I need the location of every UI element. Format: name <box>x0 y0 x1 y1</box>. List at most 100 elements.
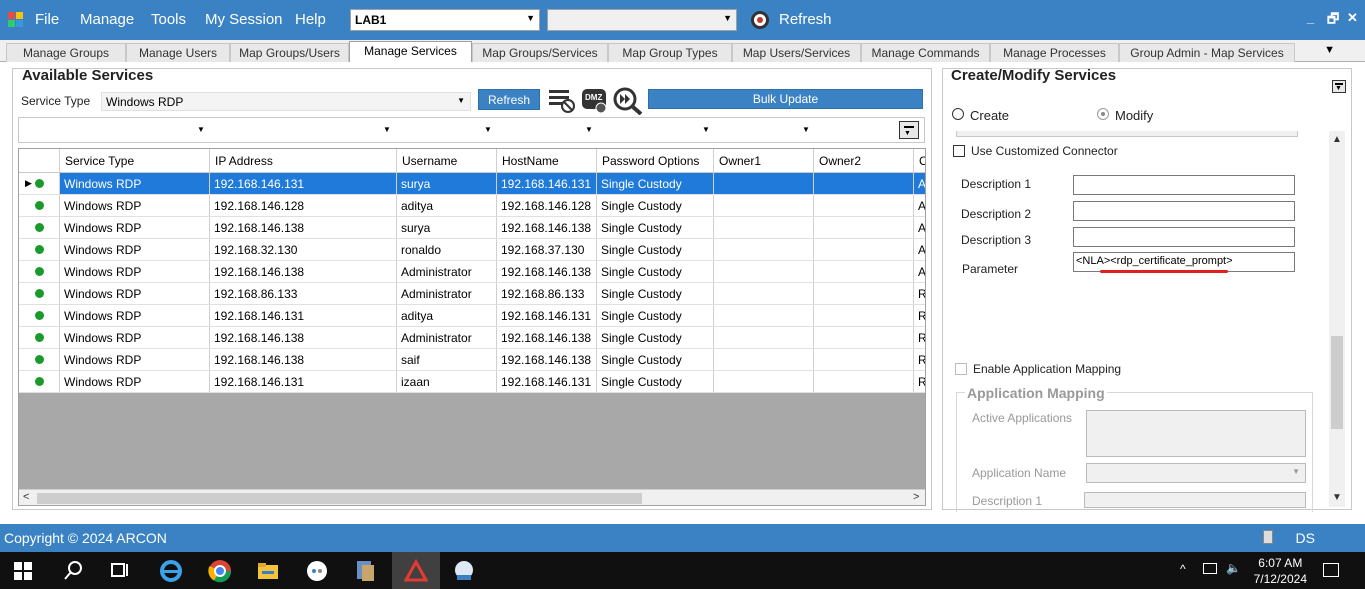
cell-service-type[interactable]: Windows RDP <box>60 195 210 216</box>
cell-service-type[interactable]: Windows RDP <box>60 371 210 392</box>
cell-owner1[interactable] <box>714 217 814 238</box>
column-header-ip-address[interactable]: IP Address <box>210 149 397 172</box>
column-header-hostname[interactable]: HostName <box>497 149 597 172</box>
row-header[interactable] <box>19 305 60 326</box>
menu-refresh[interactable]: Refresh <box>779 11 832 28</box>
cell-c[interactable]: R <box>914 327 925 348</box>
cell-owner1[interactable] <box>714 195 814 216</box>
cell-password-option[interactable]: Single Custody <box>597 239 714 260</box>
menu-my-session[interactable]: My Session <box>205 11 283 28</box>
search-forward-icon[interactable] <box>613 87 643 116</box>
arcon-client-icon[interactable] <box>354 559 378 583</box>
cell-username[interactable]: surya <box>397 217 497 238</box>
scroll-up-icon[interactable]: ▲ <box>1332 134 1342 145</box>
network-icon[interactable] <box>1203 563 1217 574</box>
tab-map-users-services[interactable]: Map Users/Services <box>732 43 861 62</box>
filter-dropdown-5[interactable]: ▼ <box>702 125 710 134</box>
filter-dropdown-6[interactable]: ▼ <box>802 125 810 134</box>
row-header[interactable] <box>19 349 60 370</box>
secondary-combo[interactable]: ▼ <box>547 9 737 31</box>
tab-overflow-icon[interactable]: ▼ <box>1324 44 1335 56</box>
server-combo[interactable]: LAB1 ▼ <box>350 9 540 31</box>
cell-ip-address[interactable]: 192.168.32.130 <box>210 239 397 260</box>
filter-dropdown-4[interactable]: ▼ <box>585 125 593 134</box>
table-row[interactable]: Windows RDP 192.168.146.128 aditya 192.168.… <box>19 195 925 217</box>
cell-c[interactable]: Al <box>914 195 925 216</box>
cell-ip-address[interactable]: 192.168.86.133 <box>210 283 397 304</box>
cell-service-type[interactable]: Windows RDP <box>60 217 210 238</box>
cell-ip-address[interactable]: 192.168.146.131 <box>210 305 397 326</box>
cell-password-option[interactable]: Single Custody <box>597 371 714 392</box>
filter-menu-icon[interactable]: ▼ <box>899 121 919 139</box>
cell-ip-address[interactable]: 192.168.146.138 <box>210 349 397 370</box>
table-row[interactable]: ▶ Windows RDP 192.168.146.131 surya 192.168.… <box>19 173 925 195</box>
cell-hostname[interactable]: 192.168.37.130 <box>497 239 597 260</box>
filter-dropdown-3[interactable]: ▼ <box>484 125 492 134</box>
column-header-c[interactable]: C <box>914 149 925 172</box>
column-header-username[interactable]: Username <box>397 149 497 172</box>
cell-password-option[interactable]: Single Custody <box>597 327 714 348</box>
cell-hostname[interactable]: 192.168.86.133 <box>497 283 597 304</box>
cell-c[interactable]: R <box>914 371 925 392</box>
windows-start-icon[interactable] <box>14 562 32 580</box>
cell-password-option[interactable]: Single Custody <box>597 261 714 282</box>
tray-clock[interactable]: 6:07 AM 7/12/2024 <box>1254 555 1307 587</box>
cell-c[interactable]: Al <box>914 239 925 260</box>
cell-owner2[interactable] <box>814 327 914 348</box>
tab-map-groups-users[interactable]: Map Groups/Users <box>230 43 349 62</box>
cell-username[interactable]: Administrator <box>397 283 497 304</box>
cell-ip-address[interactable]: 192.168.146.128 <box>210 195 397 216</box>
tab-manage-services[interactable]: Manage Services <box>349 41 472 62</box>
refresh-icon[interactable] <box>751 11 769 29</box>
cell-owner2[interactable] <box>814 239 914 260</box>
cell-service-type[interactable]: Windows RDP <box>60 261 210 282</box>
cell-ip-address[interactable]: 192.168.146.138 <box>210 327 397 348</box>
table-row[interactable]: Windows RDP 192.168.32.130 ronaldo 192.168.… <box>19 239 925 261</box>
table-row[interactable]: Windows RDP 192.168.146.131 aditya 192.168.… <box>19 305 925 327</box>
tab-manage-processes[interactable]: Manage Processes <box>990 43 1119 62</box>
create-radio[interactable] <box>952 108 964 120</box>
cell-service-type[interactable]: Windows RDP <box>60 349 210 370</box>
menu-manage[interactable]: Manage <box>80 11 134 28</box>
cell-service-type[interactable]: Windows RDP <box>60 305 210 326</box>
menu-tools[interactable]: Tools <box>151 11 186 28</box>
cell-username[interactable]: aditya <box>397 195 497 216</box>
tab-manage-groups[interactable]: Manage Groups <box>6 43 126 62</box>
row-header[interactable] <box>19 371 60 392</box>
cell-username[interactable]: ronaldo <box>397 239 497 260</box>
cell-c[interactable]: R <box>914 349 925 370</box>
cell-ip-address[interactable]: 192.168.146.131 <box>210 173 397 194</box>
cell-owner1[interactable] <box>714 371 814 392</box>
cell-password-option[interactable]: Single Custody <box>597 349 714 370</box>
column-header-password-options[interactable]: Password Options <box>597 149 714 172</box>
cell-password-option[interactable]: Single Custody <box>597 173 714 194</box>
cell-hostname[interactable]: 192.168.146.131 <box>497 173 597 194</box>
cell-username[interactable]: izaan <box>397 371 497 392</box>
cell-owner2[interactable] <box>814 349 914 370</box>
cell-ip-address[interactable]: 192.168.146.138 <box>210 217 397 238</box>
table-row[interactable]: Windows RDP 192.168.146.138 Administrator 1… <box>19 261 925 283</box>
column-header-owner2[interactable]: Owner2 <box>814 149 914 172</box>
cell-password-option[interactable]: Single Custody <box>597 217 714 238</box>
table-row[interactable]: Windows RDP 192.168.146.138 Administrator 1… <box>19 327 925 349</box>
cell-hostname[interactable]: 192.168.146.138 <box>497 217 597 238</box>
row-header[interactable] <box>19 327 60 348</box>
menu-help[interactable]: Help <box>295 11 326 28</box>
tab-manage-users[interactable]: Manage Users <box>126 43 230 62</box>
filter-clear-icon[interactable] <box>548 88 576 114</box>
cell-hostname[interactable]: 192.168.146.131 <box>497 305 597 326</box>
refresh-button[interactable]: Refresh <box>478 89 540 110</box>
tab-group-admin-map-services[interactable]: Group Admin - Map Services <box>1119 43 1295 62</box>
cell-owner2[interactable] <box>814 173 914 194</box>
cell-service-type[interactable]: Windows RDP <box>60 173 210 194</box>
dmz-icon[interactable]: DMZ <box>581 88 609 114</box>
form-vertical-scrollbar[interactable]: ▲ ▼ <box>1329 131 1345 507</box>
search-icon[interactable] <box>62 559 86 583</box>
parameter-input[interactable]: <NLA><rdp_certificate_prompt> <box>1073 252 1295 272</box>
cell-hostname[interactable]: 192.168.146.138 <box>497 327 597 348</box>
filter-dropdown-1[interactable]: ▼ <box>197 125 205 134</box>
notification-icon[interactable] <box>1323 563 1339 577</box>
cell-owner2[interactable] <box>814 261 914 282</box>
cell-c[interactable]: R <box>914 305 925 326</box>
use-custom-connector-checkbox[interactable] <box>953 145 965 157</box>
